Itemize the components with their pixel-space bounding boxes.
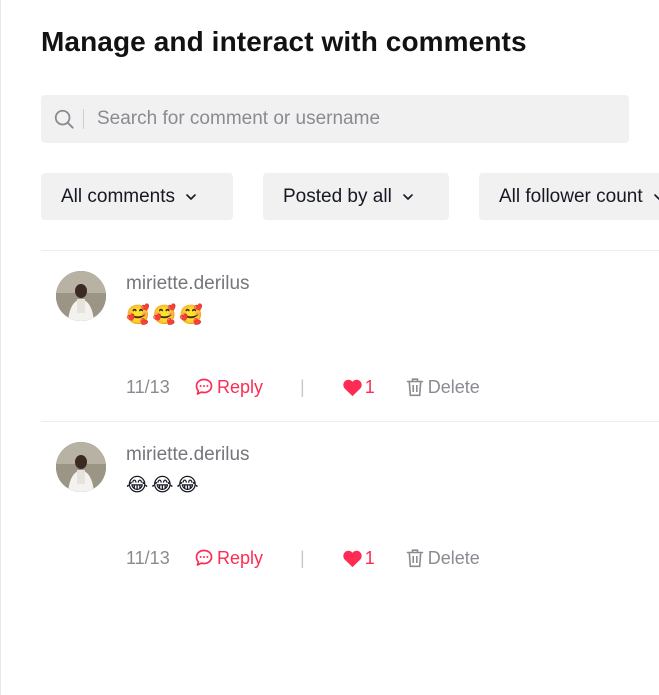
filter-follower-count[interactable]: All follower count	[479, 173, 659, 220]
search-icon	[54, 109, 74, 129]
comment-username[interactable]: miriette.derilus	[126, 273, 250, 295]
delete-button[interactable]: Delete	[406, 377, 480, 398]
comment-actions: 11/13 Reply | 1 Delete	[126, 375, 480, 399]
comment-actions: 11/13 Reply | 1 Delete	[126, 546, 480, 570]
filter-label: All follower count	[499, 185, 643, 207]
reply-button[interactable]: Reply	[194, 377, 263, 398]
search-box[interactable]	[41, 95, 629, 143]
delete-label: Delete	[427, 547, 480, 568]
avatar[interactable]	[56, 271, 106, 321]
filter-all-comments[interactable]: All comments	[41, 173, 233, 220]
action-separator: |	[300, 547, 305, 568]
comment-bubble-icon	[195, 549, 213, 566]
heart-icon	[343, 379, 362, 396]
reply-label: Reply	[217, 547, 264, 568]
panel-left-border	[0, 0, 1, 695]
search-input[interactable]	[97, 95, 617, 143]
divider	[41, 250, 659, 251]
trash-icon	[406, 549, 424, 568]
comment-text: 🥰🥰🥰	[126, 304, 206, 326]
trash-icon	[406, 378, 424, 397]
comment-bubble-icon	[195, 378, 213, 395]
page-title: Manage and interact with comments	[41, 26, 527, 57]
action-separator: |	[300, 376, 305, 397]
comment-username[interactable]: miriette.derilus	[126, 444, 250, 466]
like-button[interactable]: 1	[342, 377, 375, 398]
filter-label: Posted by all	[283, 185, 392, 207]
chevron-down-icon	[186, 193, 196, 200]
reply-button[interactable]: Reply	[194, 548, 263, 569]
filter-posted-by[interactable]: Posted by all	[263, 173, 449, 220]
comment-date: 11/13	[126, 376, 170, 397]
comment-date: 11/13	[126, 547, 170, 568]
filter-label: All comments	[61, 185, 176, 207]
like-count: 1	[364, 547, 375, 568]
like-button[interactable]: 1	[342, 548, 375, 569]
comment-text: 😂😂😂	[126, 474, 202, 496]
search-divider	[83, 109, 84, 129]
chevron-down-icon	[653, 193, 659, 200]
reply-label: Reply	[217, 376, 264, 397]
delete-label: Delete	[427, 376, 480, 397]
avatar[interactable]	[56, 442, 106, 492]
like-count: 1	[364, 376, 375, 397]
avatar-image	[56, 442, 106, 492]
chevron-down-icon	[402, 193, 413, 200]
heart-icon	[343, 550, 362, 567]
avatar-image	[56, 271, 106, 321]
divider	[41, 421, 659, 422]
delete-button[interactable]: Delete	[406, 548, 480, 569]
